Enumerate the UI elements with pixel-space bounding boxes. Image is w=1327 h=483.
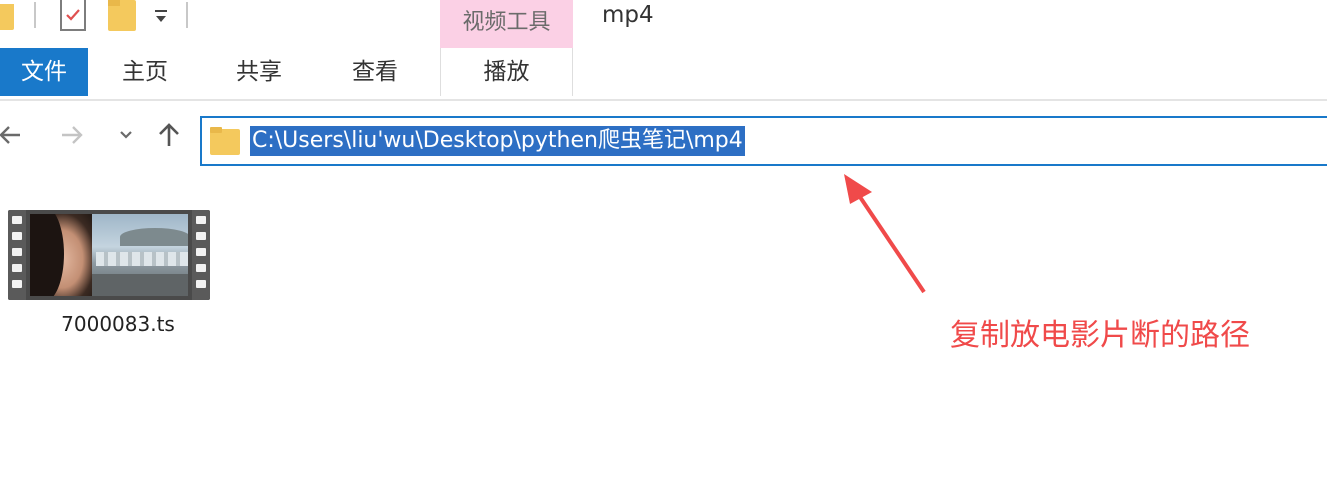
quick-access-separator xyxy=(186,2,188,28)
ribbon-divider xyxy=(0,99,1327,101)
video-tools-label: 视频工具 xyxy=(462,10,551,35)
video-thumbnail[interactable] xyxy=(8,210,210,300)
address-path-text[interactable]: C:\Users\liu'wu\Desktop\pythen爬虫笔记\mp4 xyxy=(250,126,745,156)
recent-locations-chevron-icon[interactable] xyxy=(112,120,142,150)
folder-icon xyxy=(210,127,242,155)
tab-file[interactable]: 文件 xyxy=(0,48,88,96)
quick-access-separator xyxy=(34,2,36,28)
up-arrow-icon[interactable] xyxy=(154,120,184,150)
video-tools-contextual-tab: 视频工具 xyxy=(440,0,573,48)
tab-share[interactable]: 共享 xyxy=(214,48,304,96)
customize-quick-access-icon[interactable] xyxy=(150,8,172,26)
address-bar[interactable]: C:\Users\liu'wu\Desktop\pythen爬虫笔记\mp4 xyxy=(200,116,1327,166)
navigation-bar: C:\Users\liu'wu\Desktop\pythen爬虫笔记\mp4 xyxy=(0,106,1327,166)
tab-home[interactable]: 主页 xyxy=(100,48,190,96)
properties-icon[interactable] xyxy=(60,0,86,31)
file-name[interactable]: 7000083.ts xyxy=(0,312,236,336)
annotation-arrow-icon xyxy=(836,170,936,300)
tab-play[interactable]: 播放 xyxy=(440,48,573,96)
tab-view[interactable]: 查看 xyxy=(330,48,420,96)
window-title: mp4 xyxy=(602,2,654,28)
file-item[interactable]: 7000083.ts xyxy=(0,200,236,350)
film-strip xyxy=(8,210,26,300)
annotation-text: 复制放电影片断的路径 xyxy=(950,318,1250,353)
back-arrow-icon[interactable] xyxy=(0,120,24,150)
new-folder-icon[interactable] xyxy=(108,0,136,31)
video-frame-image xyxy=(30,214,188,296)
ribbon-tabs: 文件 主页 共享 查看 播放 xyxy=(0,48,1327,96)
film-strip xyxy=(192,210,210,300)
title-bar: 视频工具 mp4 xyxy=(0,0,1327,48)
forward-arrow-icon[interactable] xyxy=(58,120,88,150)
quick-access-folder-icon[interactable] xyxy=(0,4,14,30)
